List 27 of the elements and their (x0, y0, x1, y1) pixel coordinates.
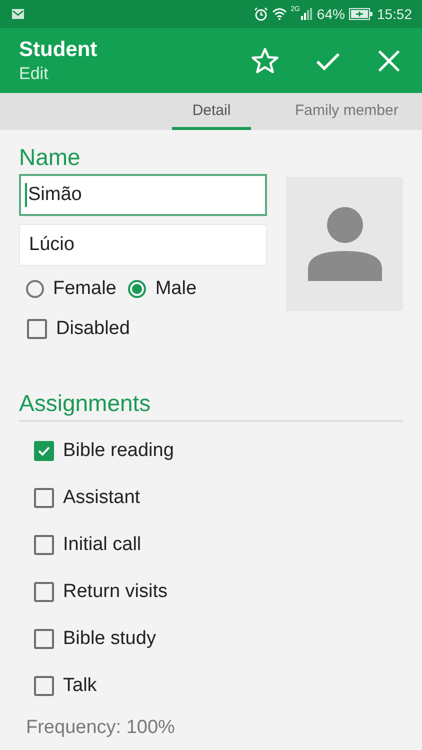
assignment-checkbox[interactable]: Bible study (34, 627, 156, 650)
photo-placeholder[interactable] (286, 177, 403, 311)
first-name-field[interactable]: Simão (19, 174, 267, 216)
close-icon (376, 48, 402, 74)
assignment-checkbox[interactable]: Bible reading (34, 439, 174, 462)
mail-icon (12, 9, 24, 19)
alarm-icon (254, 7, 268, 21)
screen-title: Student (19, 38, 98, 62)
wifi-icon (272, 8, 287, 20)
gender-radio[interactable]: Female (26, 278, 116, 300)
clock: 15:52 (376, 6, 412, 22)
gender-radio[interactable]: Male (128, 278, 197, 300)
section-heading: Assignments (19, 390, 151, 417)
assignment-checkbox[interactable]: Return visits (34, 580, 168, 603)
tab[interactable]: Detail (172, 93, 251, 130)
screen-subtitle: Edit (19, 64, 50, 84)
assignment-checkbox[interactable]: Initial call (34, 533, 142, 556)
last-name-field[interactable]: Lúcio (19, 224, 267, 266)
frequency-text: Frequency: 100% (26, 717, 175, 739)
battery-icon (348, 8, 373, 20)
person-icon (308, 207, 382, 281)
star-icon (250, 46, 280, 76)
assignment-checkbox[interactable]: Talk (34, 674, 97, 697)
assignment-checkbox[interactable]: Assistant (34, 486, 140, 509)
battery-percent: 64% (316, 6, 345, 22)
signal-icon (300, 8, 313, 20)
section-heading: Name (19, 144, 80, 171)
